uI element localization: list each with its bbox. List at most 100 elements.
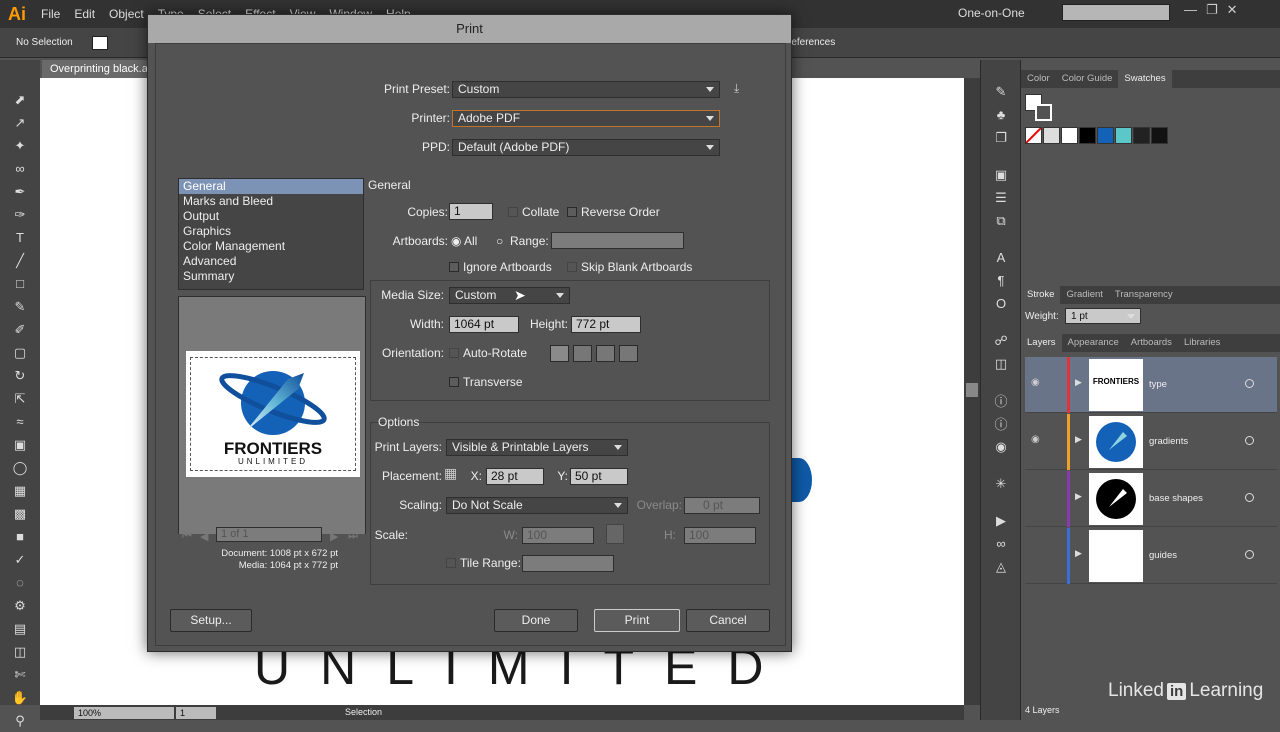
rectangle-tool-icon[interactable]: □: [0, 272, 40, 295]
placement-grid-icon[interactable]: ▦: [444, 465, 457, 482]
swatch-none[interactable]: [1025, 127, 1042, 144]
expand-arrow-icon[interactable]: ▶: [1075, 434, 1082, 445]
document-tab[interactable]: Overprinting black.ai: [42, 60, 152, 78]
graphic-styles-icon[interactable]: ❐: [981, 126, 1021, 149]
links-icon[interactable]: ☍: [981, 329, 1021, 352]
gradient-tool-icon[interactable]: ■: [0, 525, 40, 548]
artboard-tool-icon[interactable]: ◫: [0, 640, 40, 663]
symbol-sprayer-icon[interactable]: ⚙: [0, 594, 40, 617]
w-input[interactable]: 100: [522, 527, 594, 544]
category-graphics[interactable]: Graphics: [179, 224, 363, 239]
target-icon[interactable]: [1245, 436, 1254, 445]
skip-blank-checkbox[interactable]: [567, 262, 577, 272]
setup-button[interactable]: Setup...: [170, 609, 252, 632]
ppd-dropdown[interactable]: Default (Adobe PDF): [452, 139, 720, 156]
width-input[interactable]: 1064 pt: [449, 316, 519, 333]
swatch-blue[interactable]: [1097, 127, 1114, 144]
tab-appearance[interactable]: Appearance: [1062, 334, 1125, 352]
target-icon[interactable]: [1245, 493, 1254, 502]
tab-stroke[interactable]: Stroke: [1021, 286, 1061, 304]
tab-color-guide[interactable]: Color Guide: [1056, 70, 1119, 88]
save-preset-icon[interactable]: ⤓: [734, 81, 739, 96]
landscape-orientation-icon[interactable]: [573, 345, 592, 362]
printer-dropdown[interactable]: Adobe PDF: [452, 110, 720, 127]
tab-transparency[interactable]: Transparency: [1109, 286, 1179, 304]
libraries-link-icon[interactable]: ∞: [981, 532, 1021, 555]
mesh-tool-icon[interactable]: ▩: [0, 502, 40, 525]
prev-page-icon[interactable]: ◀: [200, 530, 208, 543]
preferences-button[interactable]: references: [788, 37, 835, 48]
transform-icon[interactable]: ▣: [981, 163, 1021, 186]
paragraph-icon[interactable]: ¶: [981, 269, 1021, 292]
graph-tool-icon[interactable]: ▤: [0, 617, 40, 640]
page-nav-field[interactable]: 1 of 1: [216, 527, 322, 542]
line-tool-icon[interactable]: ╱: [0, 249, 40, 272]
tab-gradient[interactable]: Gradient: [1060, 286, 1108, 304]
y-input[interactable]: 50 pt: [570, 468, 628, 485]
landscape-flipped-orientation-icon[interactable]: [619, 345, 638, 362]
blend-tool-icon[interactable]: ◌: [0, 571, 40, 594]
brushes-icon[interactable]: ✎: [981, 80, 1021, 103]
h-input[interactable]: 100: [684, 527, 756, 544]
tab-artboards[interactable]: Artboards: [1125, 334, 1178, 352]
first-page-icon[interactable]: ⏮: [182, 530, 192, 543]
overlap-input[interactable]: 0 pt: [684, 497, 760, 514]
artboard-nav-field[interactable]: 1: [176, 707, 216, 719]
auto-rotate-checkbox[interactable]: [449, 348, 459, 358]
cancel-button[interactable]: Cancel: [686, 609, 770, 632]
shaper-tool-icon[interactable]: ✐: [0, 318, 40, 341]
scale-tool-icon[interactable]: ⇱: [0, 387, 40, 410]
maximize-icon[interactable]: ❐: [1206, 2, 1218, 18]
navigator-icon[interactable]: ◉: [981, 435, 1021, 458]
direct-selection-tool-icon[interactable]: ↗: [0, 111, 40, 134]
next-page-icon[interactable]: ▶: [330, 530, 338, 543]
fill-swatch[interactable]: [92, 36, 108, 50]
print-layers-dropdown[interactable]: Visible & Printable Layers: [446, 439, 628, 456]
portrait-flipped-orientation-icon[interactable]: [596, 345, 615, 362]
shape-builder-icon[interactable]: ◯: [0, 456, 40, 479]
reverse-order-checkbox[interactable]: [567, 207, 577, 217]
swatch-dark[interactable]: [1133, 127, 1150, 144]
paintbrush-icon[interactable]: ✎: [0, 295, 40, 318]
portrait-orientation-icon[interactable]: [550, 345, 569, 362]
swatch-black[interactable]: [1079, 127, 1096, 144]
help-search-input[interactable]: [1062, 4, 1170, 21]
tile-range-checkbox[interactable]: [446, 558, 456, 568]
pen-tool-icon[interactable]: ✒: [0, 180, 40, 203]
copies-input[interactable]: 1: [449, 203, 493, 220]
menu-file[interactable]: File: [34, 0, 67, 28]
free-transform-icon[interactable]: ▣: [0, 433, 40, 456]
layer-row-type[interactable]: ◉ ▶ FRONTIERS type: [1025, 357, 1277, 413]
stroke-color-chip[interactable]: [1035, 104, 1052, 121]
magic-wand-icon[interactable]: ✦: [0, 134, 40, 157]
info-icon[interactable]: ⓘ: [981, 389, 1021, 412]
layer-name[interactable]: gradients: [1149, 436, 1188, 447]
zoom-field[interactable]: 100%: [74, 707, 174, 719]
scrollbar-thumb[interactable]: [966, 383, 978, 397]
menu-object[interactable]: Object: [102, 0, 151, 28]
visibility-eye-icon[interactable]: ◉: [1031, 377, 1040, 388]
character-icon[interactable]: A: [981, 246, 1021, 269]
target-icon[interactable]: [1245, 379, 1254, 388]
ignore-artboards-checkbox[interactable]: [449, 262, 459, 272]
lasso-icon[interactable]: ∞: [0, 157, 40, 180]
symbols-icon[interactable]: ♣: [981, 103, 1021, 126]
tab-layers[interactable]: Layers: [1021, 334, 1062, 352]
tab-color[interactable]: Color: [1021, 70, 1056, 88]
eyedropper-icon[interactable]: ✓: [0, 548, 40, 571]
artboards-icon[interactable]: ◬: [981, 555, 1021, 578]
print-button[interactable]: Print: [594, 609, 680, 632]
stroke-weight-field[interactable]: 1 pt: [1065, 308, 1141, 324]
media-size-dropdown[interactable]: Custom: [449, 287, 570, 304]
workspace-switcher[interactable]: One-on-One: [958, 6, 1025, 20]
tab-swatches[interactable]: Swatches: [1118, 70, 1172, 88]
selection-tool-icon[interactable]: ⬈: [0, 88, 40, 111]
swatch-black-2[interactable]: [1151, 127, 1168, 144]
category-general[interactable]: General: [179, 179, 363, 194]
target-icon[interactable]: [1245, 550, 1254, 559]
visibility-eye-icon[interactable]: ◉: [1031, 434, 1040, 445]
done-button[interactable]: Done: [494, 609, 578, 632]
rotate-tool-icon[interactable]: ↻: [0, 364, 40, 387]
layer-row-guides[interactable]: ▶ guides: [1025, 528, 1277, 584]
hand-tool-icon[interactable]: ✋: [0, 686, 40, 709]
